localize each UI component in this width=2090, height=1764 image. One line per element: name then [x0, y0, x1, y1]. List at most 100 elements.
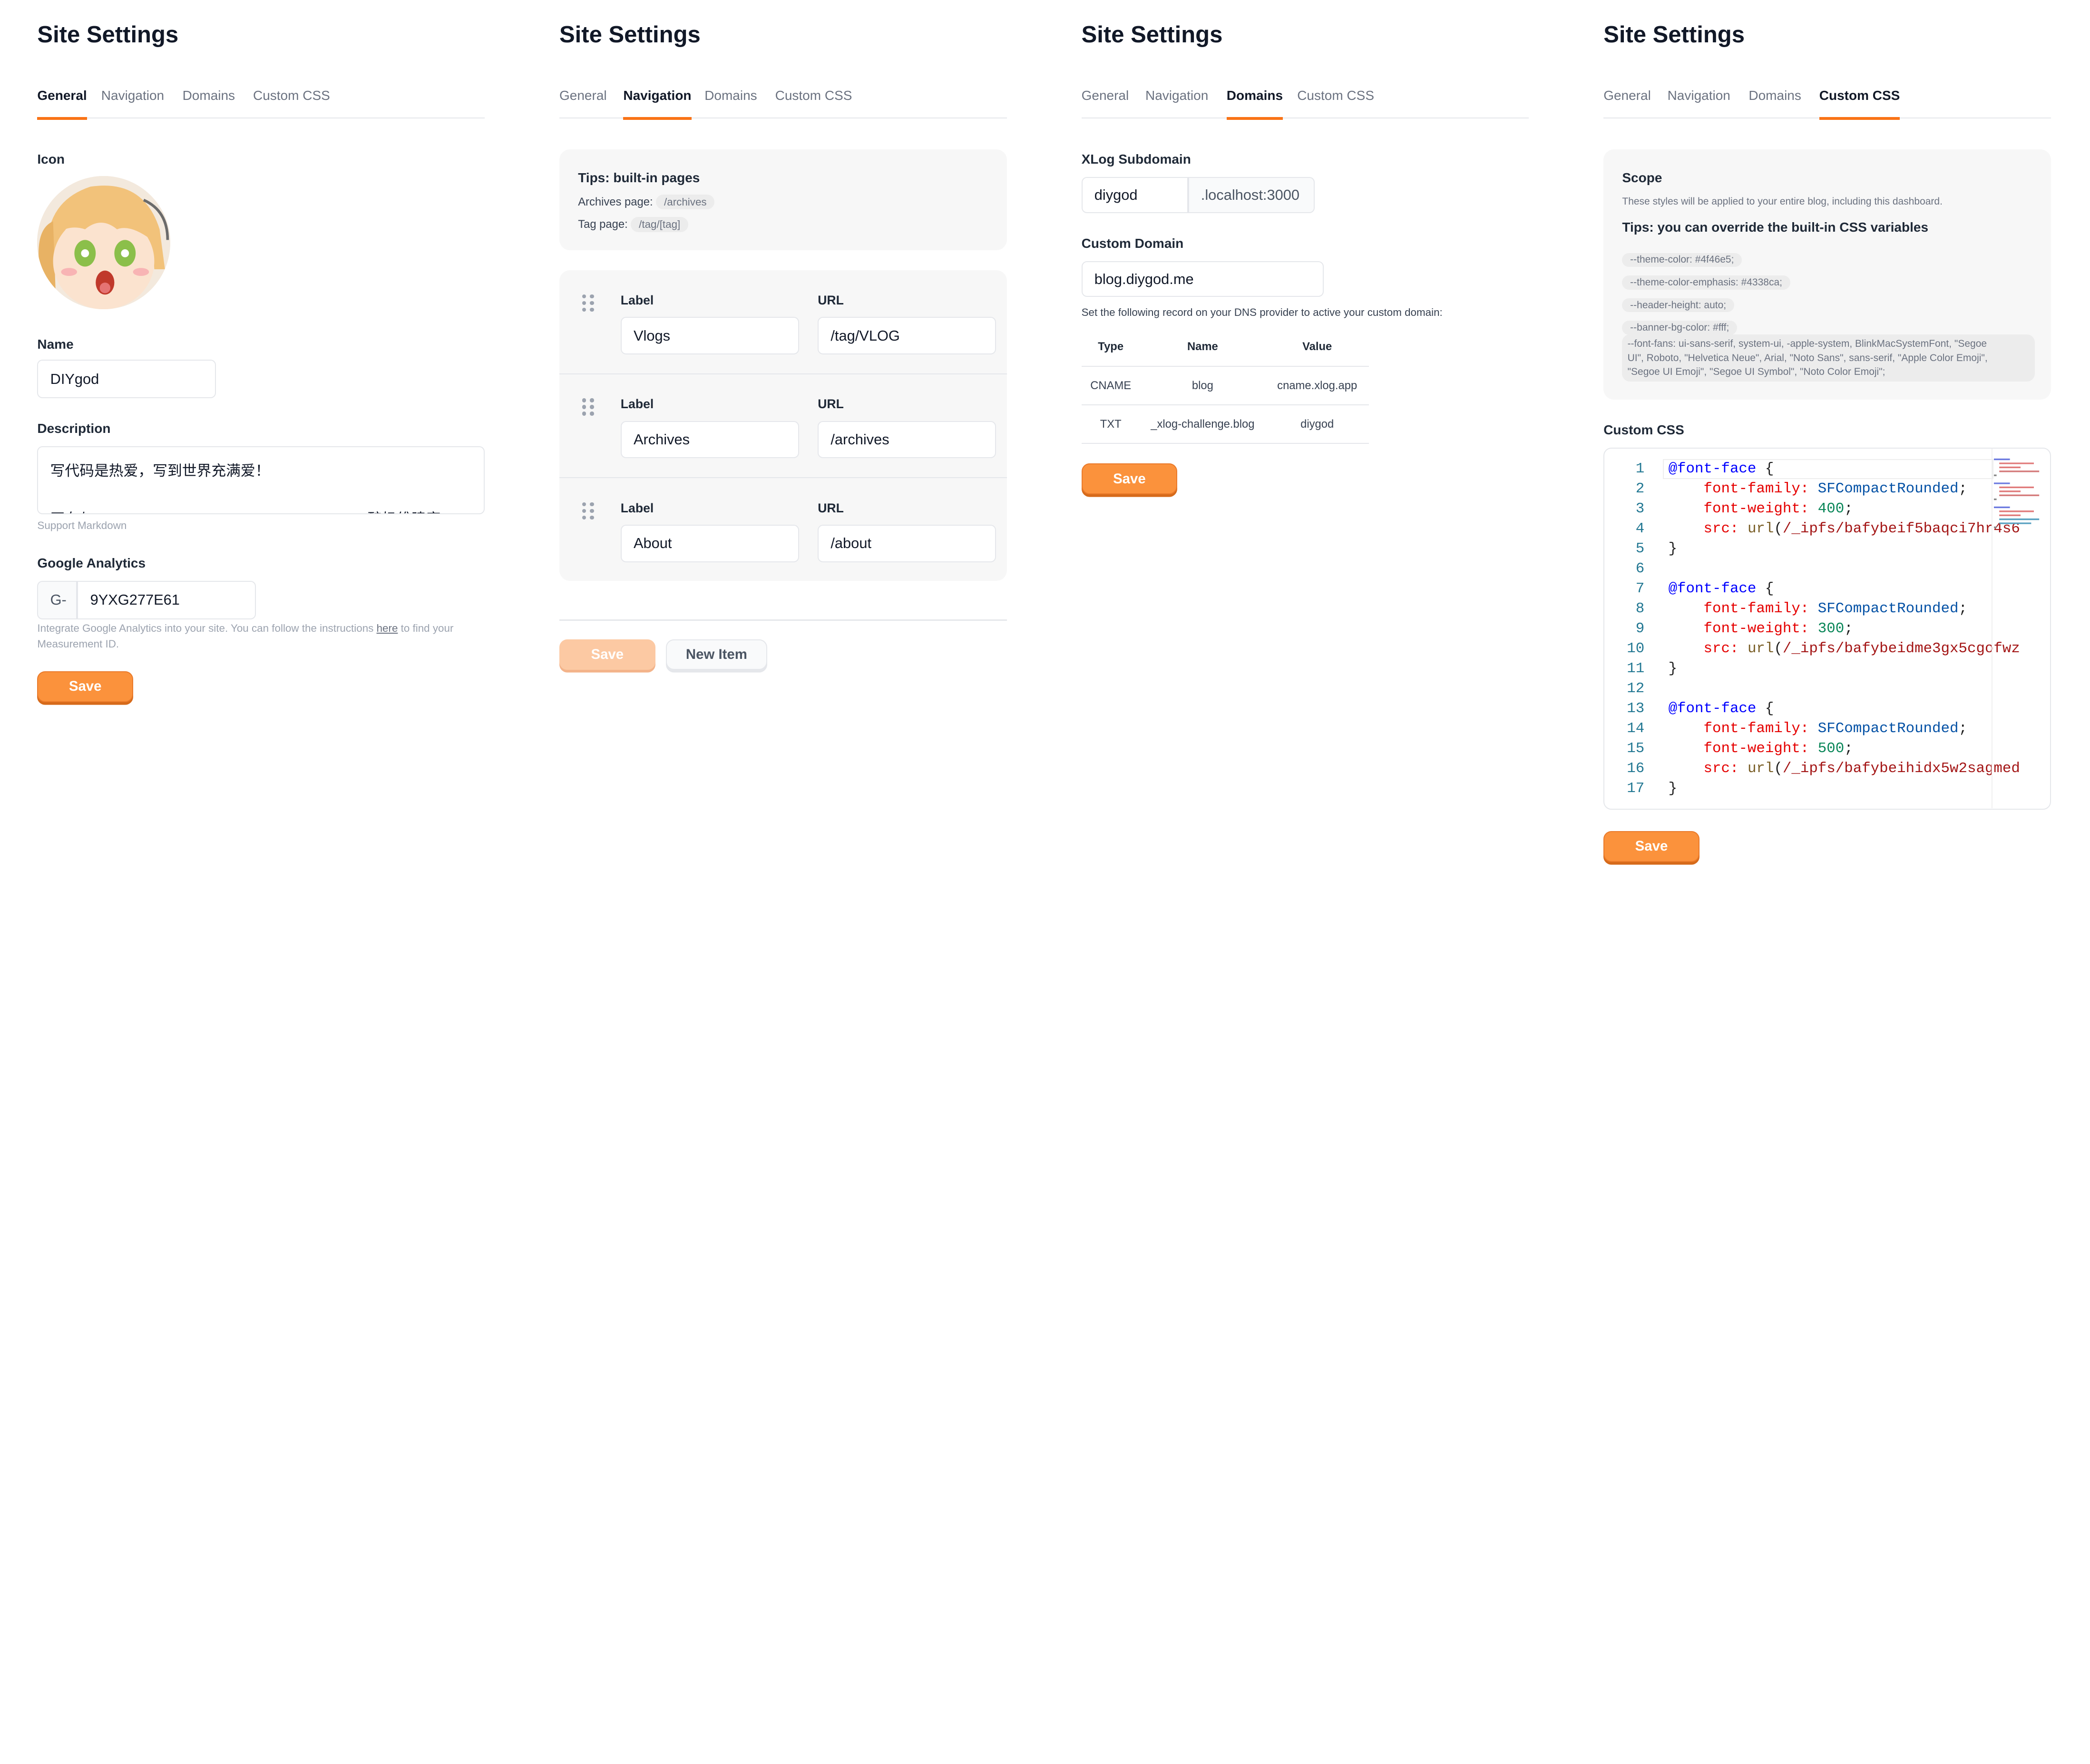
archives-chip: /archives — [656, 194, 715, 210]
custom-domain-input[interactable]: blog.diygod.me — [1081, 261, 1324, 297]
tab-domains[interactable]: Domains — [1226, 88, 1283, 120]
nav-item-row: Label URL Archives /archives — [559, 374, 1007, 479]
drag-handle-icon[interactable] — [582, 398, 594, 416]
code-text: } — [1668, 660, 1678, 677]
tab-custom-css[interactable]: Custom CSS — [775, 88, 852, 118]
editor-scroll-gutter[interactable] — [1991, 448, 2050, 808]
name-input[interactable]: DIYgod — [37, 360, 216, 399]
tab-general[interactable]: General — [1082, 88, 1129, 118]
code-line: 9 font-weight: 300; — [1604, 619, 1991, 639]
line-number: 11 — [1627, 660, 1645, 677]
tab-domains[interactable]: Domains — [1748, 88, 1801, 118]
nav-url-input[interactable]: /tag/VLOG — [818, 317, 996, 354]
tag-page-label: Tag page: — [578, 218, 628, 231]
nav-label-input[interactable]: About — [620, 525, 799, 562]
code-text: font-family: SFCompactRounded; — [1703, 480, 1967, 498]
css-variable-chip: --header-height: auto; — [1622, 298, 1734, 313]
page-title: Site Settings — [559, 21, 701, 48]
css-variable-chip-wrap: --theme-color-emphasis: #4338ca; — [1622, 266, 1790, 291]
code-text: @font-face { — [1668, 461, 1774, 478]
code-text: } — [1668, 780, 1678, 797]
line-number: 7 — [1635, 580, 1645, 598]
code-line: 17} — [1604, 779, 1991, 799]
settings-tabs: General Navigation Domains Custom CSS — [1081, 88, 1529, 120]
ga-id-input[interactable]: 9YXG277E61 — [77, 580, 256, 619]
line-number: 17 — [1627, 780, 1645, 797]
tab-custom-css[interactable]: Custom CSS — [253, 88, 330, 118]
css-variable-chip-wrap: --theme-color: #4f46e5; — [1622, 244, 1742, 268]
nav-url-header: URL — [818, 397, 844, 412]
tab-general[interactable]: General — [1603, 88, 1651, 118]
line-number: 12 — [1627, 680, 1645, 697]
nav-label-header: Label — [620, 293, 654, 307]
code-line: 16 src: url(/_ipfs/bafybeihidx5w2sagmed — [1604, 759, 2020, 779]
ga-instructions-link[interactable]: here — [377, 622, 398, 634]
nav-label-header: Label — [620, 397, 654, 412]
code-line: 10 src: url(/_ipfs/bafybeidme3gx5cgofwz — [1604, 639, 2020, 659]
line-number: 3 — [1635, 500, 1645, 518]
record-value: diygod — [1265, 405, 1369, 444]
col-name: Name — [1140, 327, 1265, 367]
tab-domains[interactable]: Domains — [183, 88, 235, 118]
line-number: 16 — [1627, 760, 1645, 777]
table-header-row: Type Name Value — [1081, 327, 1369, 367]
tab-navigation[interactable]: Navigation — [101, 88, 164, 118]
tab-navigation[interactable]: Navigation — [1668, 88, 1730, 118]
record-type: CNAME — [1081, 366, 1140, 406]
tab-domains[interactable]: Domains — [704, 88, 757, 118]
tips-title: Tips: built-in pages — [578, 170, 700, 186]
custom-css-label: Custom CSS — [1603, 422, 1684, 437]
tab-navigation[interactable]: Navigation — [623, 88, 692, 120]
icon-label: Icon — [37, 152, 65, 167]
nav-url-input[interactable]: /archives — [818, 421, 996, 459]
nav-label-input[interactable]: Vlogs — [620, 317, 799, 354]
tab-custom-css[interactable]: Custom CSS — [1297, 88, 1374, 118]
avatar-image — [37, 176, 171, 309]
tab-general[interactable]: General — [559, 88, 607, 118]
divider — [559, 619, 1007, 621]
xlog-subdomain-label: XLog Subdomain — [1081, 152, 1191, 167]
code-line: 8 font-family: SFCompactRounded; — [1604, 599, 1991, 619]
nav-label-input[interactable]: Archives — [620, 421, 799, 459]
code-text: font-weight: 500; — [1703, 740, 1853, 757]
line-number: 1 — [1635, 461, 1645, 478]
nav-url-input[interactable]: /about — [818, 525, 996, 562]
col-type: Type — [1081, 327, 1140, 367]
scope-tips-box: Scope These styles will be applied to yo… — [1603, 149, 2051, 400]
code-line: 6 — [1604, 559, 1991, 579]
tab-custom-css[interactable]: Custom CSS — [1819, 88, 1900, 120]
ga-hint-line2: Measurement ID. — [37, 638, 119, 650]
ga-hint-text-after: to find your — [398, 622, 454, 634]
save-button[interactable]: Save — [1081, 463, 1178, 494]
tag-page-row: Tag page: /tag/[tag] — [578, 217, 689, 232]
line-number: 2 — [1635, 480, 1645, 498]
subdomain-suffix: .localhost:3000 — [1188, 177, 1315, 213]
line-number: 10 — [1627, 640, 1645, 657]
css-code-editor[interactable]: 1 @font-face {2 font-family: SFCompactRou… — [1603, 447, 2051, 810]
code-line: 13 @font-face { — [1604, 699, 1991, 719]
tab-navigation[interactable]: Navigation — [1145, 88, 1208, 118]
code-line: 2 font-family: SFCompactRounded; — [1604, 479, 1991, 499]
save-button[interactable]: Save — [559, 639, 655, 670]
nav-url-header: URL — [818, 293, 844, 307]
archives-page-label: Archives page: — [578, 195, 653, 208]
name-label: Name — [37, 337, 74, 352]
site-icon-avatar[interactable] — [37, 176, 171, 309]
tab-general[interactable]: General — [37, 88, 88, 120]
archives-page-row: Archives page: /archives — [578, 194, 715, 210]
line-number: 9 — [1635, 620, 1645, 637]
subdomain-input[interactable]: diygod — [1081, 177, 1188, 213]
page-title: Site Settings — [37, 21, 179, 48]
new-item-button[interactable]: New Item — [666, 639, 767, 670]
code-line: 14 font-family: SFCompactRounded; — [1604, 719, 1991, 739]
line-number: 14 — [1627, 720, 1645, 737]
code-text: @font-face { — [1668, 700, 1774, 717]
code-line: 7 @font-face { — [1604, 579, 1991, 599]
save-button[interactable]: Save — [1603, 831, 1699, 862]
save-button[interactable]: Save — [37, 671, 133, 702]
line-number: 13 — [1627, 700, 1645, 717]
navigation-items-list: Label URL Vlogs /tag/VLOG Label URL Arch… — [559, 270, 1007, 581]
drag-handle-icon[interactable] — [582, 294, 594, 312]
description-textarea[interactable]: 写代码是热爱，写到世界充满爱！ 正在与 [justcc](https://twi… — [37, 446, 485, 514]
drag-handle-icon[interactable] — [582, 502, 594, 519]
